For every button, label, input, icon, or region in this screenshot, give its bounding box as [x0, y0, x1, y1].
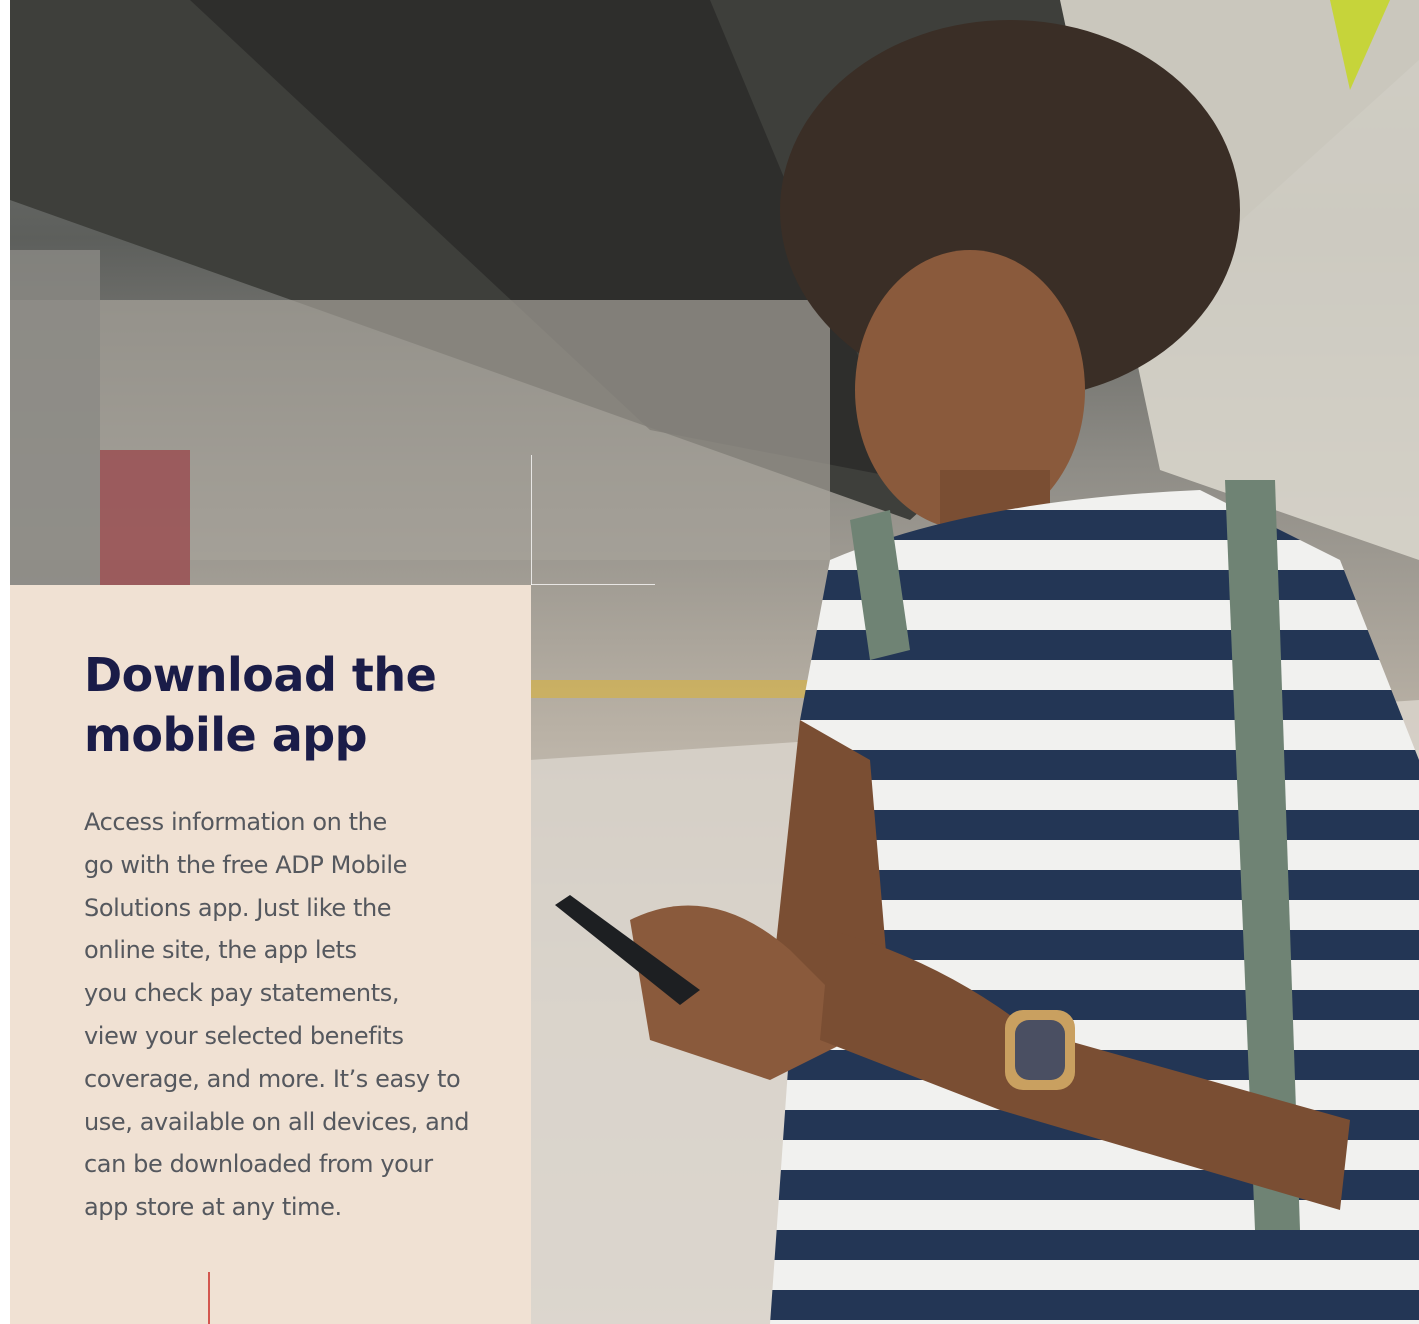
horizontal-rule — [531, 584, 655, 585]
watch-face — [1015, 1020, 1065, 1080]
body-line: go with the free ADP Mobile — [84, 850, 407, 879]
body-line: app store at any time. — [84, 1193, 342, 1222]
body-line: Access information on the — [84, 808, 387, 836]
accent-line — [208, 1272, 210, 1324]
body-line: view your selected benefits — [84, 1021, 404, 1050]
train-pillar — [10, 250, 100, 590]
body-line: you check pay statements, — [84, 979, 400, 1008]
card-body: Access information on the go with the fr… — [84, 801, 504, 1229]
left-margin — [0, 0, 10, 1324]
body-line: coverage, and more. It’s easy to — [84, 1064, 461, 1093]
train-poster — [100, 450, 190, 590]
title-line-1: Download the — [84, 648, 437, 702]
body-line: online site, the app lets — [84, 936, 357, 965]
body-line: can be downloaded from your — [84, 1150, 433, 1179]
title-line-2: mobile app — [84, 708, 368, 762]
vertical-rule — [531, 455, 532, 585]
info-card: Download the mobile app Access informati… — [10, 585, 531, 1324]
body-line: Solutions app. Just like the — [84, 893, 392, 922]
platform-line — [530, 680, 830, 698]
body-line: use, available on all devices, and — [84, 1107, 470, 1136]
card-title: Download the mobile app — [84, 645, 504, 765]
